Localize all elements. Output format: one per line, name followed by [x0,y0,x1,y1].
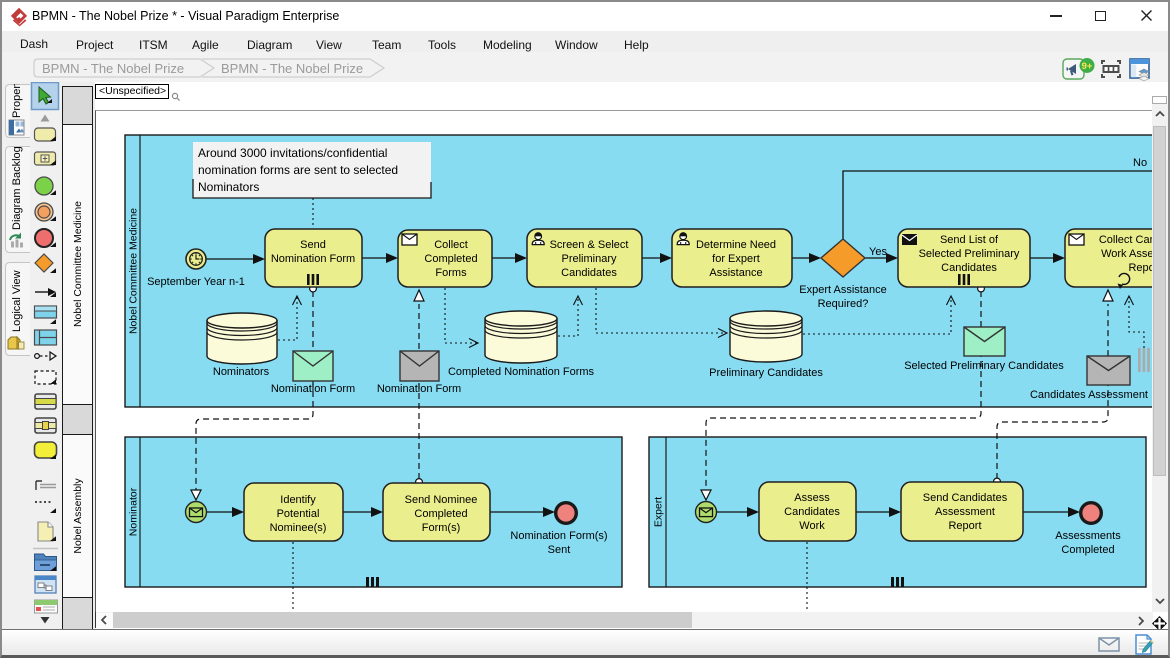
svg-text:Assess: Assess [794,492,830,504]
svg-text:Diagram Backlog: Diagram Backlog [11,146,23,230]
svg-text:Assessments: Assessments [1055,530,1121,542]
svg-text:Nomination Form(s): Nomination Form(s) [510,530,607,542]
svg-text:Selected Preliminary: Selected Preliminary [919,248,1020,260]
svg-text:Expert Assistance: Expert Assistance [799,284,886,296]
svg-text:Preliminary Candidates: Preliminary Candidates [709,367,823,379]
svg-text:Sent: Sent [548,544,571,556]
svg-text:Nominator: Nominator [128,487,140,536]
svg-text:September Year n-1: September Year n-1 [147,276,245,288]
svg-text:Candidates: Candidates [561,267,617,279]
svg-text:Nominators: Nominators [198,180,259,194]
svg-text:Nobel Committee Medicine: Nobel Committee Medicine [128,208,140,334]
svg-text:Nobel Committee Medicine: Nobel Committee Medicine [72,201,84,327]
svg-text:Candidates Assessment: Candidates Assessment [1030,389,1148,401]
svg-text:Property: Property [11,82,23,118]
svg-text:Send: Send [300,239,326,251]
svg-text:Nomination Form: Nomination Form [271,253,355,265]
svg-text:Assistance: Assistance [709,267,762,279]
svg-text:Potential: Potential [277,508,320,520]
svg-text:No: No [1133,157,1147,169]
svg-text:Form(s): Form(s) [422,522,461,534]
svg-text:9+: 9+ [1082,61,1093,72]
svg-text:nomination forms are sent to s: nomination forms are sent to selected [198,163,398,177]
svg-text:Work: Work [799,520,825,532]
svg-text:Candidates: Candidates [941,262,997,274]
svg-text:Nomination Form: Nomination Form [271,383,355,395]
svg-text:Completed: Completed [424,253,477,265]
svg-text:Send Nominee: Send Nominee [405,494,478,506]
svg-text:Expert: Expert [653,497,665,527]
svg-text:Nominee(s): Nominee(s) [270,522,327,534]
svg-text:Completed Nomination Forms: Completed Nomination Forms [448,366,595,378]
svg-text:Selected Preliminary Candidate: Selected Preliminary Candidates [904,360,1064,372]
svg-text:Send Candidates: Send Candidates [923,492,1008,504]
svg-text:Nobel Assembly: Nobel Assembly [72,478,84,554]
svg-text:Assessment: Assessment [935,506,995,518]
svg-text:Send List of: Send List of [940,234,999,246]
svg-text:Collect: Collect [434,239,468,251]
svg-text:Completed: Completed [1061,544,1114,556]
svg-text:Yes: Yes [869,246,887,258]
svg-text:Around 3000 invitations/confid: Around 3000 invitations/confidential [198,146,387,160]
svg-text:Identify: Identify [280,494,316,506]
svg-text:Required?: Required? [818,298,869,310]
svg-text:Nomination Form: Nomination Form [377,383,461,395]
svg-text:Report: Report [1128,262,1152,274]
svg-text:Determine Need: Determine Need [696,239,776,251]
svg-text:Candidates: Candidates [784,506,840,518]
svg-text:Preliminary: Preliminary [561,253,617,265]
svg-text:Logical View: Logical View [11,270,23,332]
svg-text:Work Assessment: Work Assessment [1101,248,1152,260]
svg-text:Collect Candidates: Collect Candidates [1099,234,1152,246]
svg-text:Report: Report [948,520,981,532]
svg-text:for Expert: for Expert [712,253,760,265]
svg-text:Completed: Completed [414,508,467,520]
svg-text:Forms: Forms [435,267,467,279]
svg-text:Screen & Select: Screen & Select [550,239,629,251]
svg-text:Nominators: Nominators [213,366,270,378]
